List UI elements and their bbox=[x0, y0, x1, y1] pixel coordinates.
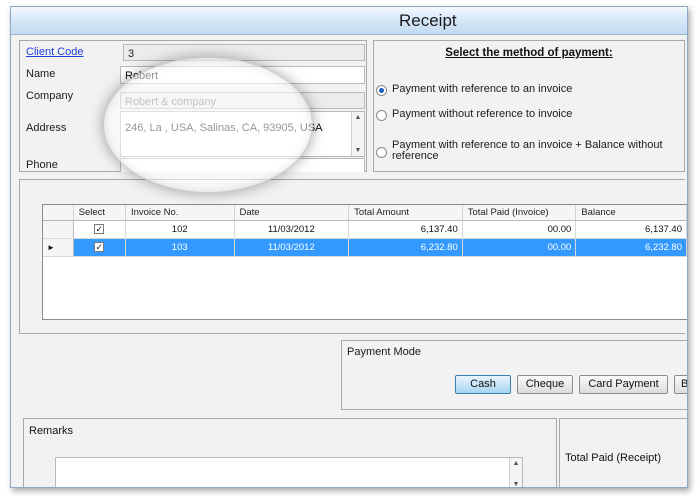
select-cell[interactable]: ✓ bbox=[73, 220, 126, 239]
remarks-caption: Remarks bbox=[29, 425, 74, 437]
radio-with-invoice[interactable]: Payment with reference to an invoice bbox=[376, 84, 681, 96]
client-code-link[interactable]: Client Code bbox=[26, 46, 83, 58]
radio-label: Payment without reference to invoice bbox=[392, 108, 573, 120]
payment-method-panel: Select the method of payment: Payment wi… bbox=[373, 40, 685, 172]
checkbox-checked[interactable]: ✓ bbox=[94, 242, 105, 253]
title-bar: Receipt bbox=[11, 7, 687, 35]
column-header[interactable]: Total Paid (Invoice) bbox=[462, 205, 577, 221]
invoice-no-cell[interactable]: 102 bbox=[125, 220, 235, 239]
radio-label: Payment with reference to an invoice bbox=[392, 83, 573, 95]
balance-cell[interactable]: 6,137.40 bbox=[575, 220, 687, 239]
total-paid-caption: Total Paid (Receipt) bbox=[565, 452, 661, 464]
radio-button[interactable] bbox=[376, 110, 387, 121]
invoice-grid: Select Invoice No. Date Total Amount Tot… bbox=[42, 204, 687, 320]
name-label: Name bbox=[26, 68, 56, 80]
phone-label: Phone bbox=[26, 159, 58, 171]
radio-label: Payment with reference to an invoice + B… bbox=[392, 139, 663, 162]
remarks-scrollbar[interactable]: ▲ ▼ bbox=[509, 458, 522, 487]
table-row-selected[interactable]: ► ✓ 103 11/03/2012 6,232.80 00.00 6,232.… bbox=[43, 238, 687, 257]
radio-without-invoice[interactable]: Payment without reference to invoice bbox=[376, 109, 681, 121]
address-field[interactable]: 246, La , USA, Salinas, CA, 93905, USA ▲… bbox=[120, 111, 365, 157]
total-paid-cell[interactable]: 00.00 bbox=[462, 238, 577, 257]
window-title: Receipt bbox=[399, 11, 457, 30]
name-field[interactable]: Robert bbox=[120, 66, 365, 84]
invoice-table: Select Invoice No. Date Total Amount Tot… bbox=[43, 205, 687, 257]
radio-button-selected[interactable] bbox=[376, 85, 387, 96]
total-amount-cell[interactable]: 6,137.40 bbox=[348, 220, 463, 239]
company-label: Company bbox=[26, 90, 74, 102]
table-header-row: Select Invoice No. Date Total Amount Tot… bbox=[43, 205, 687, 221]
scroll-up-icon[interactable]: ▲ bbox=[510, 460, 522, 467]
balance-cell[interactable]: 6,232.80 bbox=[575, 238, 687, 257]
total-paid-cell[interactable]: 00.00 bbox=[462, 220, 577, 239]
column-header[interactable]: Date bbox=[234, 205, 350, 221]
scroll-up-icon[interactable]: ▲ bbox=[352, 114, 364, 121]
address-scrollbar[interactable]: ▲ ▼ bbox=[351, 112, 364, 156]
payment-mode-panel: Payment Mode Cash Cheque Card Payment B bbox=[341, 340, 687, 410]
radio-invoice-plus-balance[interactable]: Payment with reference to an invoice + B… bbox=[376, 140, 681, 162]
phone-field[interactable] bbox=[120, 158, 365, 172]
date-cell[interactable]: 11/03/2012 bbox=[234, 220, 350, 239]
address-text: 246, La , USA, Salinas, CA, 93905, USA bbox=[125, 122, 323, 134]
payment-mode-caption: Payment Mode bbox=[347, 346, 421, 358]
row-arrow-icon: ► bbox=[47, 243, 55, 252]
total-amount-cell[interactable]: 6,232.80 bbox=[348, 238, 463, 257]
cash-button[interactable]: Cash bbox=[455, 375, 511, 394]
bank-button[interactable]: B bbox=[674, 375, 687, 394]
column-header[interactable]: Total Amount bbox=[348, 205, 463, 221]
invoices-panel: Select Invoice No. Date Total Amount Tot… bbox=[19, 179, 687, 334]
row-header[interactable] bbox=[43, 220, 74, 239]
column-header[interactable]: Balance bbox=[575, 205, 687, 221]
row-header[interactable]: ► bbox=[43, 238, 74, 257]
invoice-no-cell[interactable]: 103 bbox=[125, 238, 235, 257]
date-cell[interactable]: 11/03/2012 bbox=[234, 238, 350, 257]
checkbox-checked[interactable]: ✓ bbox=[94, 224, 105, 235]
client-code-field: 3 bbox=[123, 44, 365, 61]
receipt-window: Receipt Client Code 3 Name Robert Compan… bbox=[10, 6, 688, 488]
column-header[interactable]: Select bbox=[73, 205, 126, 221]
address-label: Address bbox=[26, 122, 67, 134]
total-paid-panel: Total Paid (Receipt) bbox=[559, 418, 687, 487]
table-row[interactable]: ✓ 102 11/03/2012 6,137.40 00.00 6,137.40 bbox=[43, 220, 687, 239]
cheque-button[interactable]: Cheque bbox=[517, 375, 573, 394]
remarks-textarea[interactable]: ▲ ▼ bbox=[55, 457, 523, 487]
company-field[interactable]: Robert & company bbox=[120, 92, 365, 109]
payment-method-heading: Select the method of payment: bbox=[445, 47, 613, 59]
client-panel: Client Code 3 Name Robert Company Robert… bbox=[19, 40, 367, 172]
select-cell[interactable]: ✓ bbox=[73, 238, 126, 257]
scroll-down-icon[interactable]: ▼ bbox=[352, 147, 364, 154]
scroll-down-icon[interactable]: ▼ bbox=[510, 481, 522, 487]
row-header-corner bbox=[43, 205, 74, 221]
card-payment-button[interactable]: Card Payment bbox=[579, 375, 668, 394]
radio-button[interactable] bbox=[376, 147, 387, 158]
column-header[interactable]: Invoice No. bbox=[125, 205, 235, 221]
remarks-panel: Remarks ▲ ▼ bbox=[23, 418, 557, 487]
